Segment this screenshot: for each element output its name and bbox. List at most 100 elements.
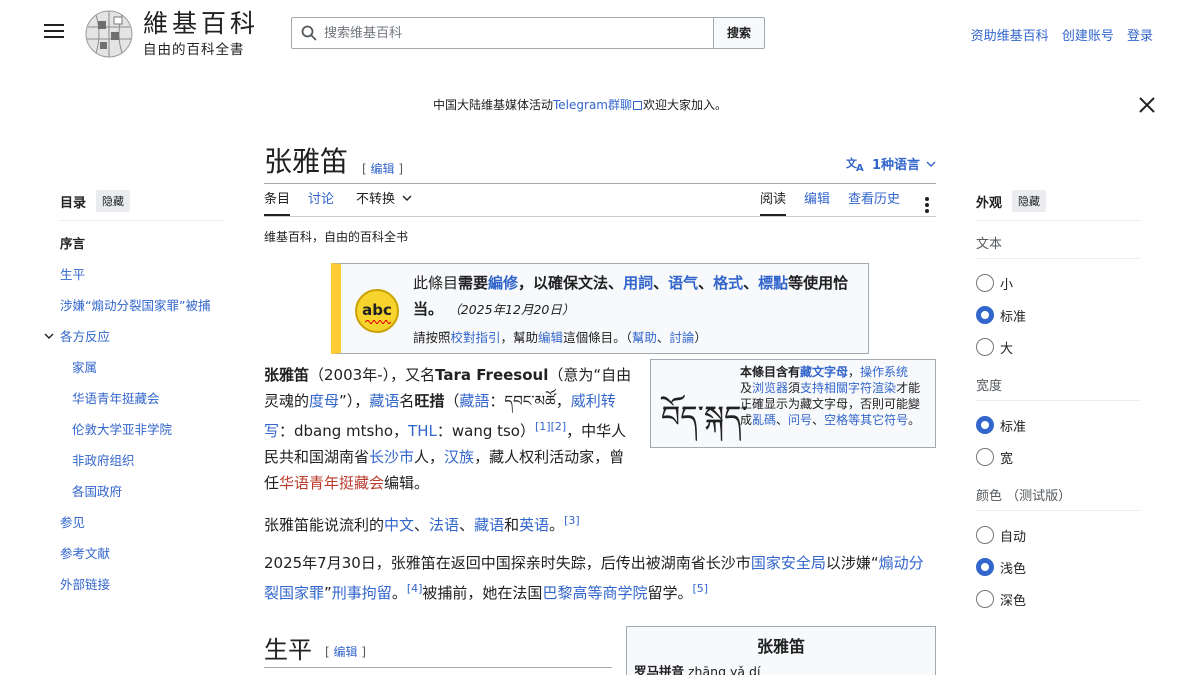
site-notice: 中国大陆维基媒体活动Telegram群聊 欢迎大家加入。 [0,96,1160,113]
cleanup-date: （2025年12月20日） [448,302,575,317]
infobox-row-label: 罗马拼音 [634,664,685,675]
table-of-contents: 目录 隐藏 序言 生平 涉嫌“煽动分裂国家罪”被捕 各方反应 家属 华语青年挺藏… [44,190,225,600]
radio-button[interactable] [976,274,994,292]
donate-link[interactable]: 资助维基百科 [971,29,1049,44]
wordmark[interactable]: 維基百科 [143,10,259,38]
tone-link[interactable]: 语气 [668,274,698,292]
radio-button[interactable] [976,590,994,608]
toc-item-reactions[interactable]: 各方反应 [44,321,225,352]
format-link[interactable]: 格式 [713,274,743,292]
color-light[interactable]: 浅色 [976,551,1140,583]
proofread-guide-link[interactable]: 校對指引 [451,330,501,345]
notice-prefix: 中国大陆维基媒体活动 [432,98,553,112]
toc-item-references[interactable]: 参考文献 [60,538,225,569]
toc-item-family[interactable]: 家属 [60,352,225,383]
discuss-link[interactable]: 討論 [669,330,694,345]
more-options-icon[interactable] [924,192,930,218]
toc-item-lead[interactable]: 序言 [60,228,225,259]
site-sub: 维基百科，自由的百科全书 [264,230,409,244]
toc-item-soas[interactable]: 伦敦大学亚非学院 [60,414,225,445]
toc-item-arrest[interactable]: 涉嫌“煽动分裂国家罪”被捕 [60,290,225,321]
search-button[interactable]: 搜索 [713,17,765,49]
wikipedia-globe-logo[interactable] [84,9,134,59]
radio-button-selected[interactable] [976,416,994,434]
search-box[interactable] [291,17,715,49]
lead-paragraph: 张雅笛（2003年-），又名Tara Freesoul（意为“自由灵魂的度母”）… [264,366,632,492]
tab-talk[interactable]: 讨论 [308,190,334,216]
infobox-row-value: zhāng yǎ dí [688,664,761,675]
toc-item-governments[interactable]: 各国政府 [60,476,225,507]
toc-item-external-links[interactable]: 外部链接 [60,569,225,600]
radio-button[interactable] [976,338,994,356]
article-content: 张雅笛 [ 编辑 ] 文 A 1种语言 条目 讨论 不转换 阅读 编辑 查看历史… [264,140,936,675]
create-account-link[interactable]: 创建账号 [1062,29,1114,44]
chevron-down-icon [402,195,412,201]
tagline: 自由的百科全書 [143,42,245,58]
color-auto[interactable]: 自动 [976,519,1140,551]
main-menu-icon[interactable] [44,24,64,40]
tab-history[interactable]: 查看历史 [848,190,900,216]
chevron-down-icon[interactable] [44,331,54,341]
radio-button[interactable] [976,526,994,544]
infobox: 张雅笛 罗马拼音 zhāng yǎ dí [626,626,936,675]
help-edit-link[interactable]: 编辑 [538,330,563,345]
external-link-icon [633,101,642,110]
toc-item-ngo[interactable]: 非政府组织 [60,445,225,476]
edit-link[interactable]: 編修 [488,274,518,292]
radio-button-selected[interactable] [976,558,994,576]
section-edit-label[interactable]: 编辑 [334,645,358,659]
radio-button[interactable] [976,448,994,466]
language-count: 1种语言 [871,158,920,173]
title-edit-label[interactable]: 编辑 [371,162,395,176]
appearance-hide-button[interactable]: 隐藏 [1012,190,1047,212]
cleanup-note: 請按照校對指引，幫助编辑這個條目。（幫助、討論） [413,330,707,345]
tab-edit[interactable]: 编辑 [804,190,830,216]
toc-hide-button[interactable]: 隐藏 [96,190,131,212]
site-header: 維基百科 自由的百科全書 搜索 资助维基百科 创建账号 登录 [0,0,1200,66]
text-size-large[interactable]: 大 [976,331,1140,363]
login-link[interactable]: 登录 [1127,29,1153,44]
svg-text:A: A [856,163,864,172]
punctuation-link[interactable]: 標點 [758,274,788,292]
toc-item-youth-tibet[interactable]: 华语青年挺藏会 [60,383,225,414]
chevron-down-icon [926,161,936,167]
cleanup-message: 此條目需要編修，以確保文法、用詞、语气、格式、標點等使用恰当。 （2025年12… [413,274,849,318]
infobox-title: 张雅笛 [756,637,805,656]
cleanup-notice: abc 此條目需要編修，以確保文法、用詞、语气、格式、標點等使用恰当。 （202… [331,263,869,354]
text-size-title: 文本 [976,233,1140,259]
title-edit-link: [ 编辑 ] [362,162,404,176]
toc-item-see-also[interactable]: 参见 [60,507,225,538]
appearance-panel: 外观 隐藏 文本 小 标准 大 宽度 标准 宽 颜色 （测试版） 自动 浅色 深… [976,190,1140,615]
notice-suffix: 欢迎大家加入。 [643,98,728,112]
help-link[interactable]: 幫助 [632,330,657,345]
tibetan-sample: བོད་སྐད་ [661,400,748,435]
width-wide[interactable]: 宽 [976,441,1140,473]
arrest-paragraph: 2025年7月30日，张雅笛在返回中国探亲时失踪，后传出被湖南省长沙市国家安全局… [264,554,924,602]
wording-link[interactable]: 用詞 [623,274,653,292]
section-divider [264,667,612,668]
toc-item-reactions-label: 各方反应 [60,329,111,344]
radio-button-selected[interactable] [976,306,994,324]
color-dark[interactable]: 深色 [976,583,1140,615]
tab-read[interactable]: 阅读 [760,190,787,216]
text-size-small[interactable]: 小 [976,267,1140,299]
section-edit-link: [ 编辑 ] [325,645,367,659]
ref-4[interactable]: [4] [407,582,423,595]
toc-item-biography[interactable]: 生平 [60,259,225,290]
ref-3[interactable]: [3] [564,514,580,527]
section-heading-biography: 生平 [264,636,312,664]
telegram-link[interactable]: Telegram群聊 [553,98,632,112]
ref-5[interactable]: [5] [692,582,708,595]
tibetan-notice-text: 本條目含有藏文字母，操作系统 及浏览器須支持相關字符渲染才能正確显示为藏文字母，否… [740,365,921,427]
text-size-standard[interactable]: 标准 [976,299,1140,331]
search-input[interactable] [324,22,704,44]
tab-variant[interactable]: 不转换 [356,190,412,216]
translate-icon: 文 A [846,156,864,172]
language-button[interactable]: 文 A 1种语言 [846,154,936,173]
user-links: 资助维基百科 创建账号 登录 [962,25,1153,44]
width-standard[interactable]: 标准 [976,409,1140,441]
close-icon[interactable] [1136,94,1158,116]
ref-1-2[interactable]: [1][2] [535,420,566,433]
redlink-youth-tibet[interactable]: 华语青年挺藏会 [279,474,384,492]
tab-article[interactable]: 条目 [264,190,291,216]
